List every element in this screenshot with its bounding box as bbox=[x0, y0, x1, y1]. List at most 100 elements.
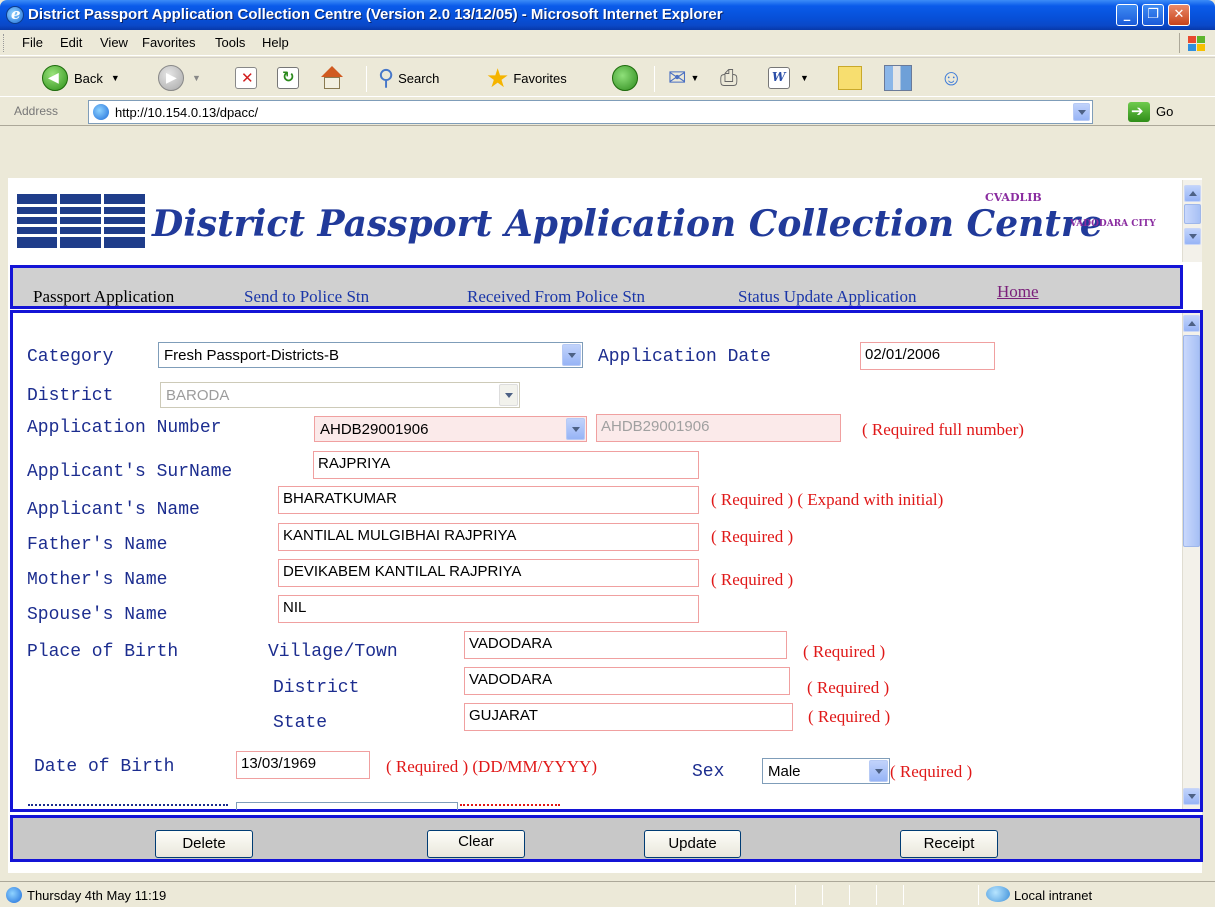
category-select-value: Fresh Passport-Districts-B bbox=[164, 347, 340, 364]
nav-received-from-police[interactable]: Received From Police Stn bbox=[467, 287, 645, 307]
page-icon bbox=[93, 104, 109, 120]
applicant-name-input[interactable]: BHARATKUMAR bbox=[278, 486, 699, 514]
standard-toolbar: Back ▼ ▼ ✕ ↻ ⚲ Search ★ Favorites ✉ ▼ bbox=[0, 57, 1215, 97]
application-date-label: Application Date bbox=[598, 347, 771, 367]
surname-label: Applicant's SurName bbox=[27, 462, 233, 482]
nav-status-update[interactable]: Status Update Application bbox=[738, 287, 916, 307]
scroll-thumb[interactable] bbox=[1184, 204, 1201, 224]
menu-file[interactable]: File bbox=[22, 35, 43, 50]
edit-word-icon: W bbox=[768, 67, 790, 89]
spouse-name-input[interactable]: NIL bbox=[278, 595, 699, 623]
status-divider bbox=[978, 885, 979, 905]
address-field[interactable]: http://10.154.0.13/dpacc/ bbox=[88, 100, 1093, 124]
print-button[interactable]: ⎙ bbox=[720, 64, 738, 92]
security-zone: Local intranet bbox=[1014, 888, 1093, 903]
spouse-name-label: Spouse's Name bbox=[27, 605, 168, 625]
back-dropdown-icon: ▼ bbox=[110, 73, 120, 83]
history-button[interactable] bbox=[612, 64, 638, 92]
application-number-required: ( Required full number) bbox=[862, 420, 1024, 439]
scroll-down-arrow-icon[interactable] bbox=[1183, 788, 1200, 805]
local-intranet-icon bbox=[986, 886, 1010, 902]
address-dropdown-icon[interactable] bbox=[1073, 103, 1090, 121]
status-divider bbox=[822, 885, 823, 905]
chevron-down-icon bbox=[562, 344, 581, 366]
mail-dropdown-icon: ▼ bbox=[690, 73, 700, 83]
delete-button[interactable]: Delete bbox=[155, 830, 253, 858]
search-icon: ⚲ bbox=[378, 65, 395, 90]
favorites-star-icon: ★ bbox=[486, 62, 510, 93]
district-select[interactable]: BARODA bbox=[160, 382, 520, 408]
home-icon bbox=[319, 66, 345, 90]
discuss-button[interactable] bbox=[838, 64, 862, 92]
scroll-down-arrow-icon[interactable] bbox=[1184, 228, 1201, 245]
chevron-down-icon bbox=[869, 760, 888, 782]
clear-button[interactable]: Clear bbox=[427, 830, 525, 858]
surname-input[interactable]: RAJPRIYA bbox=[313, 451, 699, 479]
menu-view[interactable]: View bbox=[100, 35, 128, 50]
state-required: ( Required ) bbox=[808, 707, 891, 726]
back-arrow-icon bbox=[42, 65, 68, 91]
birth-district-input[interactable]: VADODARA bbox=[464, 667, 790, 695]
receipt-button[interactable]: Receipt bbox=[900, 830, 998, 858]
nav-send-to-police[interactable]: Send to Police Stn bbox=[244, 287, 369, 307]
district-label: District bbox=[27, 386, 114, 406]
menu-bar: File Edit View Favorites Tools Help bbox=[0, 30, 1215, 56]
birth-district-required: ( Required ) bbox=[807, 678, 890, 697]
date-of-birth-input[interactable]: 13/03/1969 bbox=[236, 751, 370, 779]
sex-select[interactable]: Male bbox=[762, 758, 890, 784]
category-select[interactable]: Fresh Passport-Districts-B bbox=[158, 342, 583, 368]
window-title: District Passport Application Collection… bbox=[28, 6, 723, 23]
restore-button[interactable]: ❐ bbox=[1142, 4, 1164, 26]
refresh-button[interactable]: ↻ bbox=[277, 64, 299, 92]
state-input[interactable]: GUJARAT bbox=[464, 703, 793, 731]
menu-favorites[interactable]: Favorites bbox=[142, 35, 195, 50]
applicant-name-label: Applicant's Name bbox=[27, 500, 200, 520]
form-scrollbar[interactable] bbox=[1182, 313, 1200, 809]
stop-button[interactable]: ✕ bbox=[235, 64, 257, 92]
close-button[interactable]: ✕ bbox=[1168, 4, 1190, 26]
edit-button[interactable]: W ▼ bbox=[768, 64, 809, 92]
state-label: State bbox=[273, 713, 328, 733]
minimize-button[interactable]: _ bbox=[1116, 4, 1138, 26]
place-of-birth-label: Place of Birth bbox=[27, 642, 179, 662]
status-divider bbox=[849, 885, 850, 905]
window-title-bar: District Passport Application Collection… bbox=[0, 0, 1215, 30]
chevron-down-icon bbox=[566, 418, 585, 440]
category-label: Category bbox=[27, 347, 114, 367]
mother-name-input[interactable]: DEVIKABEM KANTILAL RAJPRIYA bbox=[278, 559, 699, 587]
favorites-label: Favorites bbox=[513, 70, 567, 86]
menu-tools[interactable]: Tools bbox=[215, 35, 245, 50]
forward-button[interactable]: ▼ bbox=[158, 64, 201, 92]
menu-help[interactable]: Help bbox=[262, 35, 289, 50]
messenger-button[interactable]: ☺ bbox=[940, 64, 962, 92]
action-button-frame: Delete Clear Update Receipt bbox=[10, 815, 1203, 862]
application-number-input[interactable]: AHDB29001906 bbox=[596, 414, 841, 442]
messenger-icon: ☺ bbox=[940, 65, 963, 90]
scroll-thumb[interactable] bbox=[1183, 335, 1200, 547]
application-number-select[interactable]: AHDB29001906 bbox=[314, 416, 587, 442]
application-date-input[interactable]: 02/01/2006 bbox=[860, 342, 995, 370]
mail-button[interactable]: ✉ ▼ bbox=[668, 64, 699, 92]
district-select-value: BARODA bbox=[166, 387, 230, 404]
scroll-up-arrow-icon[interactable] bbox=[1183, 315, 1200, 332]
nav-home[interactable]: Home bbox=[997, 282, 1039, 302]
sex-select-value: Male bbox=[768, 763, 801, 780]
toolbar-grip bbox=[3, 34, 6, 52]
nav-passport-application: Passport Application bbox=[33, 287, 175, 306]
go-arrow-icon[interactable] bbox=[1128, 102, 1150, 122]
search-button[interactable]: ⚲ Search bbox=[378, 64, 439, 92]
research-button[interactable] bbox=[884, 64, 912, 92]
menu-edit[interactable]: Edit bbox=[60, 35, 82, 50]
village-town-required: ( Required ) bbox=[803, 642, 886, 661]
date-of-birth-label: Date of Birth bbox=[34, 757, 175, 777]
go-button[interactable]: Go bbox=[1156, 104, 1173, 119]
scroll-up-arrow-icon[interactable] bbox=[1184, 185, 1201, 202]
update-button[interactable]: Update bbox=[644, 830, 741, 858]
back-button[interactable]: Back ▼ bbox=[42, 64, 120, 92]
village-town-input[interactable]: VADODARA bbox=[464, 631, 787, 659]
header-scrollbar[interactable] bbox=[1182, 180, 1202, 262]
home-button[interactable] bbox=[319, 64, 345, 92]
address-label: Address bbox=[14, 104, 59, 118]
father-name-input[interactable]: KANTILAL MULGIBHAI RAJPRIYA bbox=[278, 523, 699, 551]
favorites-button[interactable]: ★ Favorites bbox=[486, 62, 567, 93]
